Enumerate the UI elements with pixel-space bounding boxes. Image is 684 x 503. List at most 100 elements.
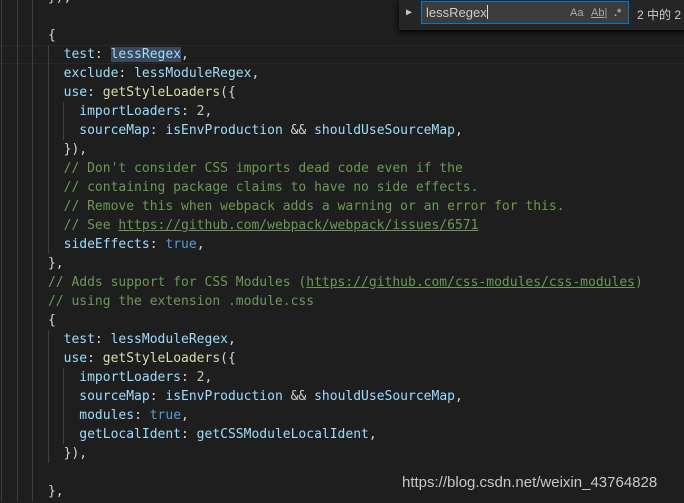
indent-guide xyxy=(32,159,34,178)
indent-guide xyxy=(1,216,2,235)
indent-guide xyxy=(47,368,49,387)
code-token: : xyxy=(94,47,111,62)
code-token: : xyxy=(181,370,197,385)
indent-guide xyxy=(1,159,2,178)
indent-guide xyxy=(16,368,18,387)
code-token: }), xyxy=(1,0,72,5)
indent-guide xyxy=(32,83,34,102)
indent-guide xyxy=(47,140,49,159)
indent-guide xyxy=(32,64,34,83)
code-line[interactable]: modules: true, xyxy=(0,406,684,425)
indent-guide xyxy=(16,444,18,463)
indent-guide xyxy=(32,482,34,501)
code-token: : xyxy=(149,123,166,138)
find-input[interactable]: lessRegex Aa Ab| .* xyxy=(421,1,629,24)
match-case-icon[interactable]: Aa xyxy=(570,7,583,19)
indent-guide xyxy=(1,7,2,26)
code-line[interactable]: // Adds support for CSS Modules (https:/… xyxy=(0,273,684,292)
code-token: : xyxy=(181,427,197,442)
code-token: isEnvProduction xyxy=(165,389,283,404)
code-line[interactable]: }, xyxy=(0,254,684,273)
code-token: : xyxy=(181,104,197,119)
code-line[interactable]: // containing package claims to have no … xyxy=(0,178,684,197)
code-token: // Don't consider CSS imports dead code … xyxy=(1,161,463,176)
indent-guide xyxy=(1,311,2,330)
indent-guide xyxy=(32,102,34,121)
code-line[interactable]: sideEffects: true, xyxy=(0,235,684,254)
code-line[interactable]: // Remove this when webpack adds a warni… xyxy=(0,197,684,216)
code-line[interactable]: sourceMap: isEnvProduction && shouldUseS… xyxy=(0,121,684,140)
indent-guide xyxy=(16,64,18,83)
code-line[interactable]: }), xyxy=(0,140,684,159)
code-line[interactable]: getLocalIdent: getCSSModuleLocalIdent, xyxy=(0,425,684,444)
indent-guide xyxy=(32,254,34,273)
code-line[interactable]: use: getStyleLoaders({ xyxy=(0,83,684,102)
indent-guide xyxy=(47,178,49,197)
indent-guide xyxy=(1,463,2,482)
indent-guide xyxy=(1,83,2,102)
indent-guide xyxy=(1,482,2,501)
indent-guide xyxy=(1,444,2,463)
indent-guide xyxy=(1,140,2,159)
indent-guide xyxy=(32,216,34,235)
code-editor[interactable]: }), { test: lessRegex, exclude: lessModu… xyxy=(0,0,684,501)
indent-guide xyxy=(16,7,18,26)
code-line[interactable]: // See https://github.com/webpack/webpac… xyxy=(0,216,684,235)
indent-guide xyxy=(1,64,2,83)
indent-guide xyxy=(47,349,49,368)
code-line[interactable]: // Don't consider CSS imports dead code … xyxy=(0,159,684,178)
code-token: }), xyxy=(1,446,88,461)
regex-icon[interactable]: .* xyxy=(614,7,621,19)
code-token: // Adds support for CSS Modules ( xyxy=(1,275,307,290)
code-link[interactable]: https://github.com/webpack/webpack/issue… xyxy=(118,218,478,233)
indent-guide xyxy=(1,330,2,349)
code-token: ({ xyxy=(220,85,236,100)
code-token: , xyxy=(251,66,260,81)
code-line[interactable]: importLoaders: 2, xyxy=(0,102,684,121)
indent-guide xyxy=(47,235,49,254)
indent-guide xyxy=(32,463,34,482)
code-line[interactable]: exclude: lessModuleRegex, xyxy=(0,64,684,83)
indent-guide xyxy=(47,159,49,178)
code-line[interactable]: importLoaders: 2, xyxy=(0,368,684,387)
indent-guide xyxy=(32,292,34,311)
indent-guide xyxy=(16,482,18,501)
code-token: 2 xyxy=(196,104,205,119)
indent-guide xyxy=(1,0,2,7)
whole-word-icon[interactable]: Ab| xyxy=(591,7,607,19)
indent-guide xyxy=(16,463,18,482)
code-token: { xyxy=(1,28,56,43)
find-widget: ▶ lessRegex Aa Ab| .* 2 中的 2 xyxy=(399,0,684,30)
code-token: , xyxy=(196,237,205,252)
code-line[interactable]: // using the extension .module.css xyxy=(0,292,684,311)
code-token: isEnvProduction xyxy=(165,123,283,138)
indent-guide xyxy=(16,140,18,159)
indent-guide xyxy=(32,26,34,45)
code-line[interactable]: use: getStyleLoaders({ xyxy=(0,349,684,368)
indent-guide xyxy=(32,349,34,368)
indent-guide xyxy=(1,292,2,311)
indent-guide xyxy=(16,387,18,406)
code-token: && xyxy=(282,389,315,404)
code-line[interactable]: }), xyxy=(0,444,684,463)
code-line[interactable]: sourceMap: isEnvProduction && shouldUseS… xyxy=(0,387,684,406)
code-line[interactable]: { xyxy=(0,311,684,330)
indent-guide xyxy=(32,311,34,330)
indent-guide xyxy=(32,178,34,197)
indent-guide xyxy=(1,254,2,273)
code-token: , xyxy=(454,123,463,138)
code-token: getStyleLoaders xyxy=(102,351,221,366)
toggle-replace-chevron-icon[interactable]: ▶ xyxy=(406,7,412,18)
indent-guide xyxy=(32,273,34,292)
indent-guide xyxy=(32,406,34,425)
code-token: use xyxy=(1,351,88,366)
indent-guide xyxy=(32,197,34,216)
code-token: { xyxy=(1,313,56,328)
code-link[interactable]: https://github.com/css-modules/css-modul… xyxy=(306,275,635,290)
indent-guide xyxy=(63,121,65,140)
code-token: }), xyxy=(1,142,88,157)
code-line[interactable]: test: lessModuleRegex, xyxy=(0,330,684,349)
indent-guide xyxy=(16,311,18,330)
code-line[interactable]: test: lessRegex, xyxy=(0,45,684,64)
code-token: importLoaders xyxy=(1,370,182,385)
